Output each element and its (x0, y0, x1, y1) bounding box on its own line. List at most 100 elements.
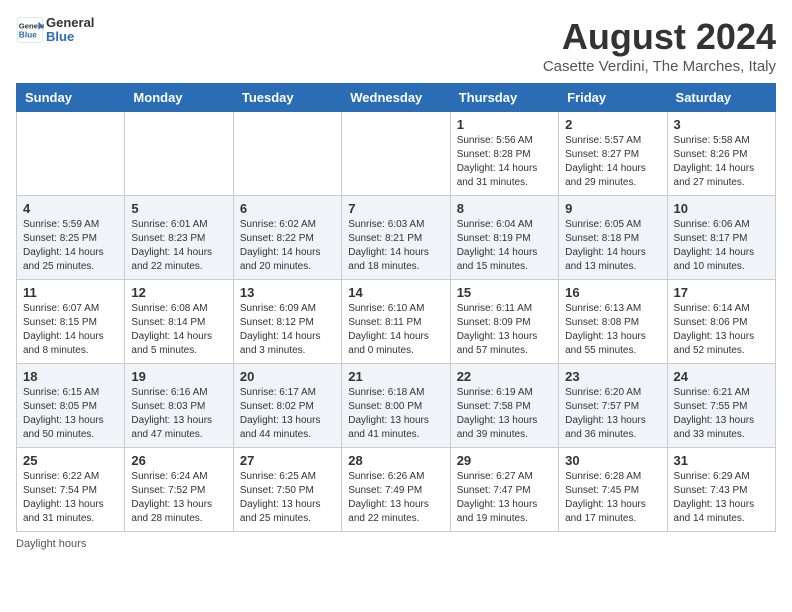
calendar-week-row: 11 Sunrise: 6:07 AM Sunset: 8:15 PM Dayli… (17, 280, 776, 364)
header-tuesday: Tuesday (233, 84, 341, 112)
calendar-cell: 28 Sunrise: 6:26 AM Sunset: 7:49 PM Dayli… (342, 448, 450, 532)
day-number: 6 (240, 201, 335, 216)
day-info: Sunrise: 6:13 AM Sunset: 8:08 PM Dayligh… (565, 302, 660, 358)
calendar-cell: 2 Sunrise: 5:57 AM Sunset: 8:27 PM Daylig… (559, 112, 667, 196)
calendar-cell: 5 Sunrise: 6:01 AM Sunset: 8:23 PM Daylig… (125, 196, 233, 280)
header-friday: Friday (559, 84, 667, 112)
day-number: 23 (565, 369, 660, 384)
calendar-cell: 1 Sunrise: 5:56 AM Sunset: 8:28 PM Daylig… (450, 112, 558, 196)
calendar-cell: 27 Sunrise: 6:25 AM Sunset: 7:50 PM Dayli… (233, 448, 341, 532)
header-monday: Monday (125, 84, 233, 112)
calendar-week-row: 25 Sunrise: 6:22 AM Sunset: 7:54 PM Dayli… (17, 448, 776, 532)
day-info: Sunrise: 6:04 AM Sunset: 8:19 PM Dayligh… (457, 218, 552, 274)
calendar-cell: 25 Sunrise: 6:22 AM Sunset: 7:54 PM Dayli… (17, 448, 125, 532)
day-number: 9 (565, 201, 660, 216)
logo-blue: Blue (46, 29, 74, 44)
day-info: Sunrise: 6:19 AM Sunset: 7:58 PM Dayligh… (457, 386, 552, 442)
day-info: Sunrise: 6:25 AM Sunset: 7:50 PM Dayligh… (240, 470, 335, 526)
day-number: 24 (674, 369, 769, 384)
day-number: 4 (23, 201, 118, 216)
calendar-cell: 30Sunrise: 6:28 AM Sunset: 7:45 PM Dayli… (559, 448, 667, 532)
calendar-header-row: Sunday Monday Tuesday Wednesday Thursday… (17, 84, 776, 112)
calendar-cell: 3Sunrise: 5:58 AM Sunset: 8:26 PM Daylig… (667, 112, 775, 196)
day-info: Sunrise: 6:28 AM Sunset: 7:45 PM Dayligh… (565, 470, 660, 526)
calendar-cell: 15 Sunrise: 6:11 AM Sunset: 8:09 PM Dayli… (450, 280, 558, 364)
calendar-cell: 10 Sunrise: 6:06 AM Sunset: 8:17 PM Dayli… (667, 196, 775, 280)
logo-icon: General Blue (16, 16, 44, 44)
day-number: 21 (348, 369, 443, 384)
day-number: 26 (131, 453, 226, 468)
day-number: 13 (240, 285, 335, 300)
calendar-cell: 24 Sunrise: 6:21 AM Sunset: 7:55 PM Dayli… (667, 364, 775, 448)
calendar-table: Sunday Monday Tuesday Wednesday Thursday… (16, 83, 776, 532)
calendar-cell: 23 Sunrise: 6:20 AM Sunset: 7:57 PM Dayli… (559, 364, 667, 448)
header-sunday: Sunday (17, 84, 125, 112)
day-info: Sunrise: 6:06 AM Sunset: 8:17 PM Dayligh… (674, 218, 769, 274)
calendar-cell: 8 Sunrise: 6:04 AM Sunset: 8:19 PM Daylig… (450, 196, 558, 280)
day-number: 16 (565, 285, 660, 300)
header-thursday: Thursday (450, 84, 558, 112)
day-info: Sunrise: 6:11 AM Sunset: 8:09 PM Dayligh… (457, 302, 552, 358)
day-number: 17 (674, 285, 769, 300)
logo: General Blue General Blue (16, 16, 94, 45)
calendar-cell: 6Sunrise: 6:02 AM Sunset: 8:22 PM Daylig… (233, 196, 341, 280)
calendar-cell: 29 Sunrise: 6:27 AM Sunset: 7:47 PM Dayli… (450, 448, 558, 532)
day-info: Sunrise: 6:01 AM Sunset: 8:23 PM Dayligh… (131, 218, 226, 274)
day-number: 1 (457, 117, 552, 132)
calendar-cell (125, 112, 233, 196)
day-number: 12 (131, 285, 226, 300)
day-number: 25 (23, 453, 118, 468)
calendar-week-row: 4 Sunrise: 5:59 AM Sunset: 8:25 PM Daylig… (17, 196, 776, 280)
day-info: Sunrise: 5:56 AM Sunset: 8:28 PM Dayligh… (457, 134, 552, 190)
day-info: Sunrise: 5:59 AM Sunset: 8:25 PM Dayligh… (23, 218, 118, 274)
calendar-cell: 14 Sunrise: 6:10 AM Sunset: 8:11 PM Dayli… (342, 280, 450, 364)
day-info: Sunrise: 6:20 AM Sunset: 7:57 PM Dayligh… (565, 386, 660, 442)
day-number: 11 (23, 285, 118, 300)
day-info: Sunrise: 6:22 AM Sunset: 7:54 PM Dayligh… (23, 470, 118, 526)
day-info: Sunrise: 6:29 AM Sunset: 7:43 PM Dayligh… (674, 470, 769, 526)
day-number: 5 (131, 201, 226, 216)
calendar-cell: 18 Sunrise: 6:15 AM Sunset: 8:05 PM Dayli… (17, 364, 125, 448)
day-info: Sunrise: 5:57 AM Sunset: 8:27 PM Dayligh… (565, 134, 660, 190)
day-info: Sunrise: 6:03 AM Sunset: 8:21 PM Dayligh… (348, 218, 443, 274)
day-info: Sunrise: 6:10 AM Sunset: 8:11 PM Dayligh… (348, 302, 443, 358)
day-info: Sunrise: 6:27 AM Sunset: 7:47 PM Dayligh… (457, 470, 552, 526)
footer-note: Daylight hours (16, 538, 776, 550)
day-number: 2 (565, 117, 660, 132)
day-number: 20 (240, 369, 335, 384)
calendar-cell: 21 Sunrise: 6:18 AM Sunset: 8:00 PM Dayli… (342, 364, 450, 448)
day-info: Sunrise: 6:09 AM Sunset: 8:12 PM Dayligh… (240, 302, 335, 358)
day-info: Sunrise: 6:08 AM Sunset: 8:14 PM Dayligh… (131, 302, 226, 358)
day-info: Sunrise: 6:17 AM Sunset: 8:02 PM Dayligh… (240, 386, 335, 442)
day-number: 10 (674, 201, 769, 216)
day-number: 18 (23, 369, 118, 384)
calendar-week-row: 18 Sunrise: 6:15 AM Sunset: 8:05 PM Dayli… (17, 364, 776, 448)
calendar-cell: 31 Sunrise: 6:29 AM Sunset: 7:43 PM Dayli… (667, 448, 775, 532)
day-number: 29 (457, 453, 552, 468)
day-info: Sunrise: 6:26 AM Sunset: 7:49 PM Dayligh… (348, 470, 443, 526)
calendar-cell: 19Sunrise: 6:16 AM Sunset: 8:03 PM Dayli… (125, 364, 233, 448)
day-info: Sunrise: 6:07 AM Sunset: 8:15 PM Dayligh… (23, 302, 118, 358)
header-saturday: Saturday (667, 84, 775, 112)
calendar-cell: 12 Sunrise: 6:08 AM Sunset: 8:14 PM Dayli… (125, 280, 233, 364)
day-number: 28 (348, 453, 443, 468)
day-info: Sunrise: 6:18 AM Sunset: 8:00 PM Dayligh… (348, 386, 443, 442)
page-header: General Blue General Blue August 2024 Ca… (16, 16, 776, 75)
day-info: Sunrise: 6:21 AM Sunset: 7:55 PM Dayligh… (674, 386, 769, 442)
calendar-cell: 20 Sunrise: 6:17 AM Sunset: 8:02 PM Dayli… (233, 364, 341, 448)
calendar-cell: 16 Sunrise: 6:13 AM Sunset: 8:08 PM Dayli… (559, 280, 667, 364)
day-info: Sunrise: 5:58 AM Sunset: 8:26 PM Dayligh… (674, 134, 769, 190)
day-info: Sunrise: 6:24 AM Sunset: 7:52 PM Dayligh… (131, 470, 226, 526)
calendar-cell: 26 Sunrise: 6:24 AM Sunset: 7:52 PM Dayli… (125, 448, 233, 532)
calendar-cell: 22Sunrise: 6:19 AM Sunset: 7:58 PM Dayli… (450, 364, 558, 448)
day-number: 15 (457, 285, 552, 300)
day-number: 8 (457, 201, 552, 216)
day-info: Sunrise: 6:15 AM Sunset: 8:05 PM Dayligh… (23, 386, 118, 442)
day-number: 27 (240, 453, 335, 468)
day-number: 14 (348, 285, 443, 300)
header-wednesday: Wednesday (342, 84, 450, 112)
day-number: 31 (674, 453, 769, 468)
day-info: Sunrise: 6:16 AM Sunset: 8:03 PM Dayligh… (131, 386, 226, 442)
day-number: 7 (348, 201, 443, 216)
day-info: Sunrise: 6:14 AM Sunset: 8:06 PM Dayligh… (674, 302, 769, 358)
